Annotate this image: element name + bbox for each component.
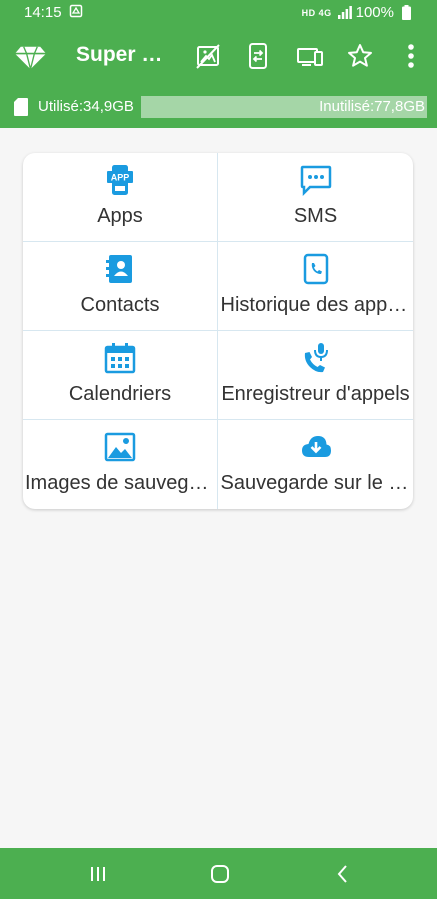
apps-icon: APP <box>107 165 133 195</box>
svg-text:APP: APP <box>111 173 130 183</box>
tile-calendars[interactable]: Calendriers <box>23 331 218 420</box>
system-nav-bar <box>0 848 437 899</box>
battery-percent: 100% <box>355 4 394 21</box>
tile-label-cloud-backup: Sauvegarde sur le cloud <box>220 472 411 494</box>
signal-icon <box>337 6 352 19</box>
tile-sms[interactable]: SMS <box>218 153 413 242</box>
battery-icon <box>402 5 411 20</box>
network-label: HD 4G <box>301 7 332 18</box>
tile-apps[interactable]: APP Apps <box>23 153 218 242</box>
tile-label-contacts: Contacts <box>80 294 160 316</box>
tile-cloud-backup[interactable]: Sauvegarde sur le cloud <box>218 420 413 509</box>
storage-section: Utilisé:34,9GB Inutilisé:77,8GB <box>0 88 437 128</box>
sim-notification-icon <box>69 4 83 18</box>
tile-backup-images[interactable]: Images de sauvegarde <box>23 420 218 509</box>
back-icon[interactable] <box>331 862 355 886</box>
image-icon <box>104 432 136 462</box>
app-title: Super Backup <box>76 43 172 66</box>
no-image-icon[interactable] <box>194 42 222 70</box>
tile-label-sms: SMS <box>293 205 338 227</box>
more-vert-icon[interactable] <box>397 42 425 70</box>
diamond-logo-icon[interactable] <box>13 39 48 74</box>
contacts-icon <box>106 255 132 283</box>
call-history-icon <box>303 253 328 285</box>
phone-transfer-icon[interactable] <box>244 42 272 70</box>
status-right: HD 4G 100% <box>302 4 411 21</box>
devices-icon[interactable] <box>296 42 324 70</box>
storage-bar: Utilisé:34,9GB Inutilisé:77,8GB <box>12 96 427 118</box>
tile-call-history[interactable]: Historique des appels <box>218 242 413 331</box>
status-bar: 14:15 HD 4G 100% <box>0 0 437 25</box>
sms-icon <box>300 165 331 196</box>
tile-label-calendars: Calendriers <box>68 383 172 405</box>
star-icon[interactable] <box>346 42 374 70</box>
storage-used-label: Utilisé:34,9GB <box>38 98 134 115</box>
home-icon[interactable] <box>208 862 232 886</box>
tile-label-apps: Apps <box>97 205 143 227</box>
cloud-download-icon <box>301 436 331 457</box>
recent-apps-icon[interactable] <box>86 862 110 886</box>
app-bar: Super Backup <box>0 25 437 88</box>
tile-call-recorder[interactable]: Enregistreur d'appels <box>218 331 413 420</box>
call-recorder-icon <box>304 343 328 373</box>
calendar-icon <box>104 343 136 374</box>
storage-free-label: Inutilisé:77,8GB <box>319 98 425 115</box>
tile-label-call-recorder: Enregistreur d'appels <box>221 383 410 405</box>
sd-card-icon <box>14 98 28 116</box>
backup-grid: APP Apps SMS Contacts Historique des app… <box>23 153 413 509</box>
tile-contacts[interactable]: Contacts <box>23 242 218 331</box>
tile-label-call-history: Historique des appels <box>220 294 411 316</box>
tile-label-backup-images: Images de sauvegarde <box>25 472 215 494</box>
status-time: 14:15 <box>24 4 62 21</box>
